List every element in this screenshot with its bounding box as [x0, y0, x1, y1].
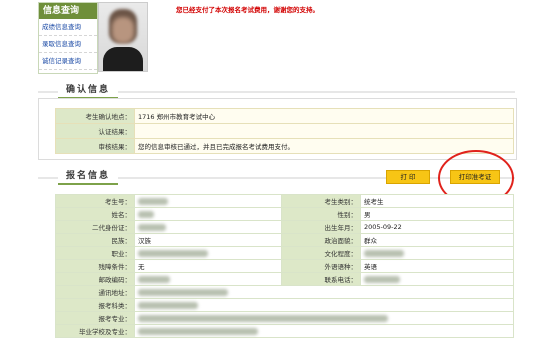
- postcode-value: [134, 272, 282, 286]
- review-result-label: 审核结果：: [55, 138, 135, 154]
- integrity-query-link[interactable]: 诚信记录查询: [39, 53, 97, 70]
- table-row: 毕业学校及专业：: [55, 324, 514, 338]
- table-row: 报考专业：: [55, 311, 514, 325]
- school-major-label: 毕业学校及专业：: [55, 324, 135, 338]
- table-row: 职业： 文化程度：: [55, 246, 514, 260]
- table-row: 姓名： 性别： 男: [55, 207, 514, 221]
- print-button[interactable]: 打 印: [386, 170, 430, 184]
- admission-query-link[interactable]: 录取信息查询: [39, 36, 97, 53]
- birth-date-label: 出生年月：: [281, 220, 361, 234]
- info-query-panel: 信息查询 成绩信息查询 录取信息查询 诚信记录查询: [38, 2, 98, 74]
- auth-result-value: [134, 123, 514, 139]
- table-row: 考生号： 考生类别： 统考生: [55, 194, 514, 208]
- occupation-label: 职业：: [55, 246, 135, 260]
- table-row: 认证结果：: [55, 123, 514, 139]
- phone-label: 联系电话：: [281, 272, 361, 286]
- school-major-value: [134, 324, 514, 338]
- candidate-no-value: [134, 194, 282, 208]
- gender-label: 性别：: [281, 207, 361, 221]
- disability-value: 无: [134, 259, 282, 273]
- table-row: 报考科类：: [55, 298, 514, 312]
- candidate-type-value: 统考生: [360, 194, 514, 208]
- address-label: 通讯地址：: [55, 285, 135, 299]
- education-label: 文化程度：: [281, 246, 361, 260]
- table-row: 考生确认地点： 1716 郑州市教育考试中心: [55, 108, 514, 124]
- name-label: 姓名：: [55, 207, 135, 221]
- occupation-value: [134, 246, 282, 260]
- table-row: 二代身份证： 出生年月： 2005-09-22: [55, 220, 514, 234]
- review-result-value: 您的信息审核已通过，并且已完成报名考试费用支付。: [134, 138, 514, 154]
- political-status-label: 政治面貌：: [281, 233, 361, 247]
- gender-value: 男: [360, 207, 514, 221]
- id-card-value: [134, 220, 282, 234]
- political-status-value: 群众: [360, 233, 514, 247]
- candidate-no-label: 考生号：: [55, 194, 135, 208]
- name-value: [134, 207, 282, 221]
- confirm-location-value: 1716 郑州市教育考试中心: [134, 108, 514, 124]
- auth-result-label: 认证结果：: [55, 123, 135, 139]
- id-card-label: 二代身份证：: [55, 220, 135, 234]
- candidate-photo: [98, 2, 148, 72]
- table-row: 通讯地址：: [55, 285, 514, 299]
- table-row: 邮政编码： 联系电话：: [55, 272, 514, 286]
- phone-value: [360, 272, 514, 286]
- subject-label: 报考科类：: [55, 298, 135, 312]
- education-value: [360, 246, 514, 260]
- major-value: [134, 311, 514, 325]
- confirm-location-label: 考生确认地点：: [55, 108, 135, 124]
- address-value: [134, 285, 514, 299]
- ethnicity-label: 民族：: [55, 233, 135, 247]
- table-row: 残障条件： 无 外语语种： 英语: [55, 259, 514, 273]
- table-row: 民族： 汉族 政治面貌： 群众: [55, 233, 514, 247]
- foreign-language-label: 外语语种：: [281, 259, 361, 273]
- foreign-language-value: 英语: [360, 259, 514, 273]
- table-row: 审核结果： 您的信息审核已通过，并且已完成报名考试费用支付。: [55, 138, 514, 154]
- score-query-link[interactable]: 成绩信息查询: [39, 19, 97, 36]
- payment-notice: 您已经支付了本次报名考试费用，谢谢您的支持。: [176, 6, 319, 14]
- apply-section-header: 报名信息: [58, 169, 118, 185]
- candidate-type-label: 考生类别：: [281, 194, 361, 208]
- confirm-table: 考生确认地点： 1716 郑州市教育考试中心 认证结果： 审核结果： 您的信息审…: [55, 108, 514, 154]
- confirm-section-header: 确认信息: [58, 83, 118, 99]
- ethnicity-value: 汉族: [134, 233, 282, 247]
- disability-label: 残障条件：: [55, 259, 135, 273]
- apply-table: 考生号： 考生类别： 统考生 姓名： 性别： 男 二代身份证： 出生年月： 20…: [55, 194, 514, 338]
- subject-value: [134, 298, 514, 312]
- major-label: 报考专业：: [55, 311, 135, 325]
- birth-date-value: 2005-09-22: [360, 220, 514, 234]
- info-query-title: 信息查询: [39, 3, 97, 19]
- postcode-label: 邮政编码：: [55, 272, 135, 286]
